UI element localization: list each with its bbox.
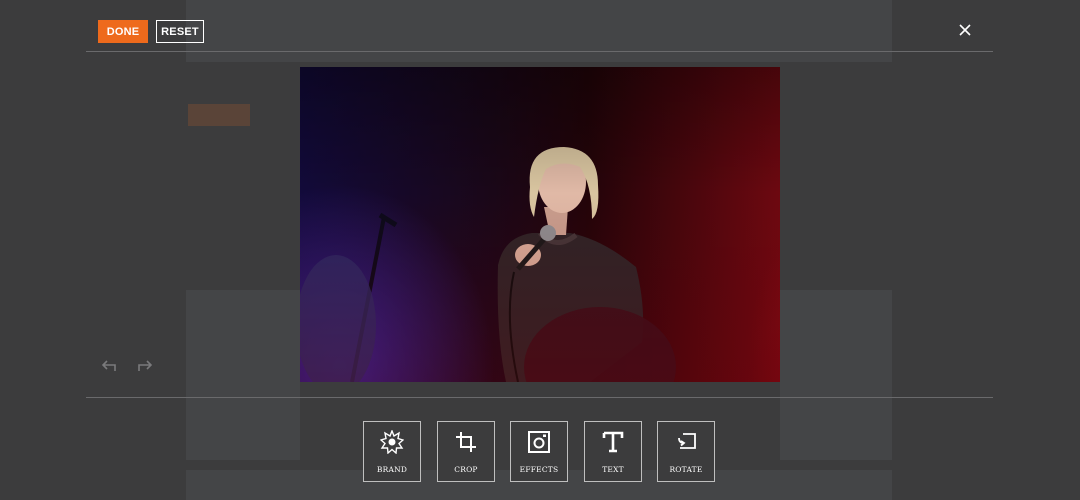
brand-badge-icon [379, 429, 405, 455]
redo-icon[interactable] [136, 358, 154, 374]
tool-effects-button[interactable]: EFFECTS [510, 421, 568, 482]
rotate-icon [674, 430, 698, 454]
text-icon [601, 430, 625, 454]
undo-icon[interactable] [100, 358, 118, 374]
done-button[interactable]: DONE [98, 20, 148, 43]
background-page-card-left [186, 290, 300, 460]
close-icon[interactable] [957, 22, 973, 38]
tool-text-button[interactable]: TEXT [584, 421, 642, 482]
effects-camera-icon [527, 430, 551, 454]
crop-icon [454, 430, 478, 454]
photo-canvas[interactable] [300, 67, 780, 382]
tool-effects-label: EFFECTS [519, 465, 559, 474]
tool-rotate-button[interactable]: ROTATE [657, 421, 715, 482]
photo-content [300, 147, 676, 382]
tool-crop-button[interactable]: CROP [437, 421, 495, 482]
tool-brand-label: BRAND [376, 465, 408, 474]
background-page-tag [188, 104, 250, 126]
top-divider [86, 51, 993, 52]
editor-toolbar: DONE RESET [0, 0, 1080, 52]
reset-button[interactable]: RESET [156, 20, 204, 43]
background-page-card-right [780, 290, 892, 460]
tool-rotate-label: ROTATE [669, 465, 703, 474]
bottom-divider [86, 397, 993, 398]
tool-text-label: TEXT [602, 465, 624, 474]
tool-crop-label: CROP [454, 465, 478, 474]
tool-brand-button[interactable]: BRAND [363, 421, 421, 482]
